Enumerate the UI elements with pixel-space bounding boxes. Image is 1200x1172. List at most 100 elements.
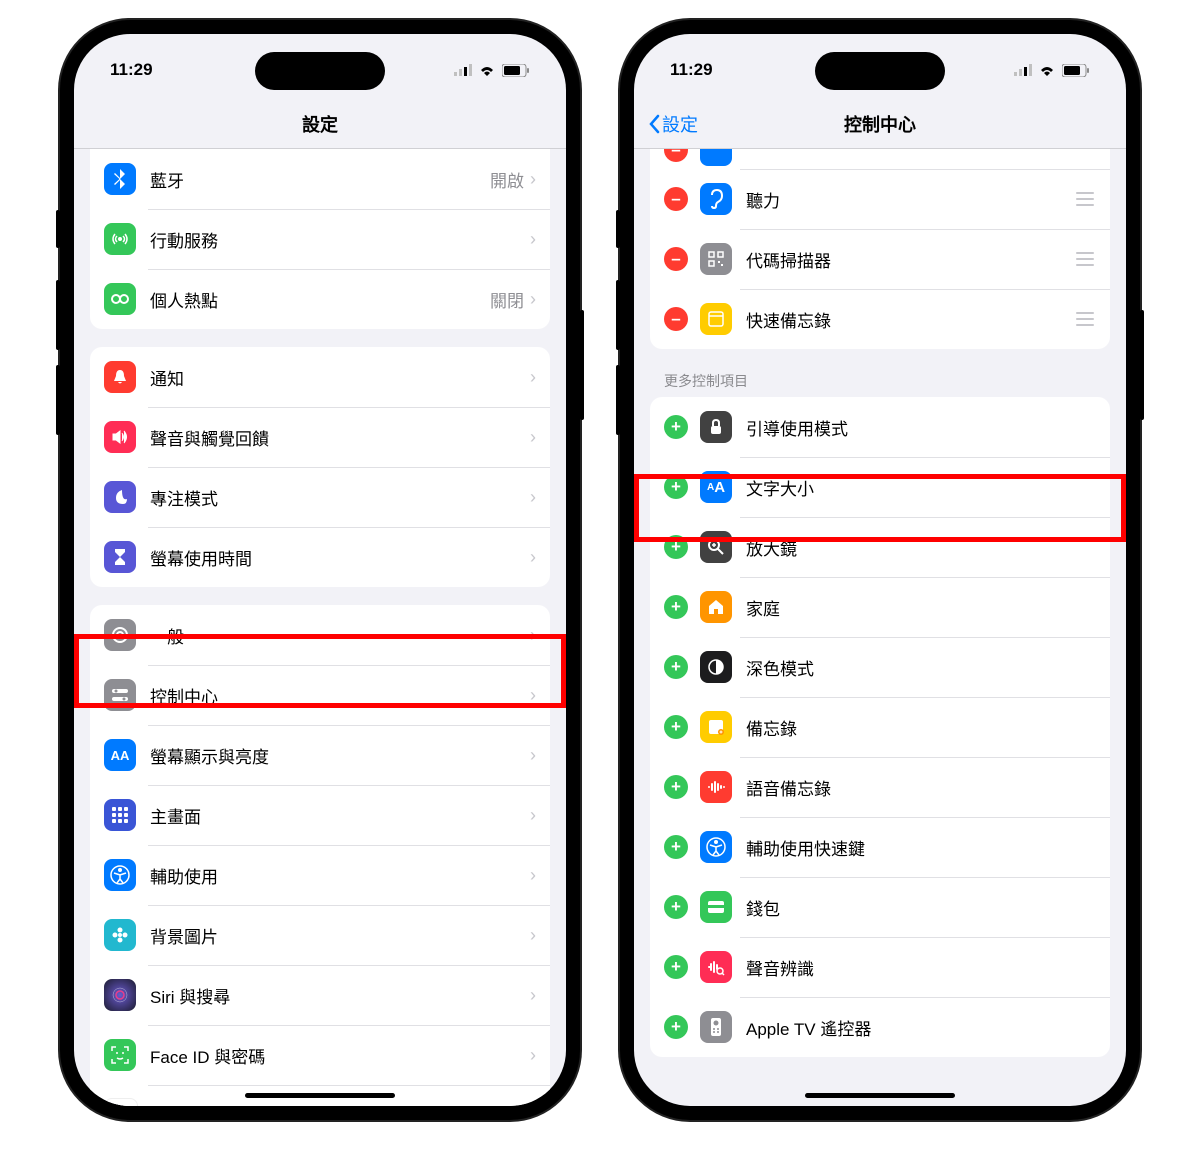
row-home[interactable]: + 家庭	[650, 577, 1110, 637]
chevron-right-icon: ›	[530, 745, 536, 766]
wifi-icon	[478, 64, 496, 76]
row-label: 螢幕顯示與亮度	[150, 743, 530, 768]
row-general[interactable]: 一般 ›	[90, 605, 550, 665]
dynamic-island	[815, 52, 945, 90]
cellular-icon	[104, 223, 136, 255]
row-soundrecognition[interactable]: + 聲音辨識	[650, 937, 1110, 997]
row-label: 個人熱點	[150, 287, 490, 312]
status-indicators	[1014, 64, 1090, 77]
row-sounds[interactable]: 聲音與觸覺回饋 ›	[90, 407, 550, 467]
textsize-icon: AA	[104, 739, 136, 771]
row-hotspot[interactable]: 個人熱點 關閉 ›	[90, 269, 550, 329]
row-label: 輔助使用快速鍵	[746, 835, 1096, 860]
row-notes[interactable]: + 備忘錄	[650, 697, 1110, 757]
row-darkmode[interactable]: + 深色模式	[650, 637, 1110, 697]
chevron-right-icon: ›	[530, 1105, 536, 1107]
row-guidedaccess[interactable]: + 引導使用模式	[650, 397, 1110, 457]
chevron-right-icon: ›	[530, 1045, 536, 1066]
battery-icon	[502, 64, 530, 77]
add-button[interactable]: +	[664, 895, 688, 919]
add-button[interactable]: +	[664, 1015, 688, 1039]
row-voicememos[interactable]: + 語音備忘錄	[650, 757, 1110, 817]
row-music-recognition-cut[interactable]: –	[650, 149, 1110, 169]
remove-button[interactable]: –	[664, 307, 688, 331]
row-quicknote[interactable]: – 快速備忘錄	[650, 289, 1110, 349]
add-button[interactable]: +	[664, 955, 688, 979]
phone-right: 11:29 設定 控制中心 – –	[620, 20, 1140, 1120]
row-label: 藍牙	[150, 167, 490, 192]
row-textsize[interactable]: + AA 文字大小	[650, 457, 1110, 517]
settings-content[interactable]: 藍牙 開啟 › 行動服務 › 個人熱點 關閉 ›	[74, 149, 566, 1106]
row-wallpaper[interactable]: 背景圖片 ›	[90, 905, 550, 965]
row-focus[interactable]: 專注模式 ›	[90, 467, 550, 527]
status-time: 11:29	[670, 60, 713, 80]
drag-handle-icon[interactable]	[1074, 252, 1096, 266]
row-homescreen[interactable]: 主畫面 ›	[90, 785, 550, 845]
row-bluetooth[interactable]: 藍牙 開啟 ›	[90, 149, 550, 209]
add-button[interactable]: +	[664, 715, 688, 739]
row-label: SOS 緊急服務	[152, 1103, 530, 1107]
more-controls-group: + 引導使用模式 + AA 文字大小 + 放大鏡 + 家庭	[650, 397, 1110, 1057]
qrcode-icon	[700, 243, 732, 275]
ear-icon	[700, 183, 732, 215]
row-label: 背景圖片	[150, 923, 530, 948]
add-button[interactable]: +	[664, 775, 688, 799]
remove-button[interactable]: –	[664, 187, 688, 211]
status-indicators	[454, 64, 530, 77]
row-label: Siri 與搜尋	[150, 983, 530, 1008]
chevron-left-icon	[648, 114, 660, 134]
add-button[interactable]: +	[664, 415, 688, 439]
sos-icon: SOS	[104, 1098, 138, 1106]
chevron-right-icon: ›	[530, 865, 536, 886]
row-label: 一般	[150, 623, 530, 648]
speaker-icon	[104, 421, 136, 453]
row-hearing[interactable]: – 聽力	[650, 169, 1110, 229]
voice-icon	[700, 771, 732, 803]
row-label: 代碼掃描器	[746, 247, 1074, 272]
hotspot-icon	[104, 283, 136, 315]
row-siri[interactable]: Siri 與搜尋 ›	[90, 965, 550, 1025]
row-label: 聲音與觸覺回饋	[150, 425, 530, 450]
magnifier-icon	[700, 531, 732, 563]
home-indicator[interactable]	[245, 1093, 395, 1098]
chevron-right-icon: ›	[530, 229, 536, 250]
row-label: 放大鏡	[746, 535, 1096, 560]
remove-button[interactable]: –	[664, 149, 688, 162]
page-title: 控制中心	[844, 111, 916, 137]
row-display[interactable]: AA 螢幕顯示與亮度 ›	[90, 725, 550, 785]
add-button[interactable]: +	[664, 475, 688, 499]
add-button[interactable]: +	[664, 535, 688, 559]
lock-icon	[700, 411, 732, 443]
drag-handle-icon[interactable]	[1074, 192, 1096, 206]
nav-bar: 設定	[74, 100, 566, 149]
row-controlcenter[interactable]: 控制中心 ›	[90, 665, 550, 725]
chevron-right-icon: ›	[530, 367, 536, 388]
remove-button[interactable]: –	[664, 247, 688, 271]
row-label: 深色模式	[746, 655, 1096, 680]
row-faceid[interactable]: Face ID 與密碼 ›	[90, 1025, 550, 1085]
remote-icon	[700, 1011, 732, 1043]
row-accessibility-shortcut[interactable]: + 輔助使用快速鍵	[650, 817, 1110, 877]
add-button[interactable]: +	[664, 595, 688, 619]
faceid-icon	[104, 1039, 136, 1071]
row-cellular[interactable]: 行動服務 ›	[90, 209, 550, 269]
row-accessibility[interactable]: 輔助使用 ›	[90, 845, 550, 905]
row-wallet[interactable]: + 錢包	[650, 877, 1110, 937]
chevron-right-icon: ›	[530, 547, 536, 568]
add-button[interactable]: +	[664, 655, 688, 679]
add-button[interactable]: +	[664, 835, 688, 859]
drag-handle-icon[interactable]	[1074, 312, 1096, 326]
home-indicator[interactable]	[805, 1093, 955, 1098]
row-value: 關閉	[490, 287, 524, 312]
row-appletv-remote[interactable]: + Apple TV 遙控器	[650, 997, 1110, 1057]
back-button[interactable]: 設定	[648, 111, 698, 137]
chevron-right-icon: ›	[530, 289, 536, 310]
row-codescanner[interactable]: – 代碼掃描器	[650, 229, 1110, 289]
settings-group-general: 一般 › 控制中心 › AA 螢幕顯示與亮度 › 主畫面 ›	[90, 605, 550, 1106]
row-magnifier[interactable]: + 放大鏡	[650, 517, 1110, 577]
wallet-icon	[700, 891, 732, 923]
controlcenter-content[interactable]: – – 聽力 – 代碼掃描器 – 快速備	[634, 149, 1126, 1106]
row-screentime[interactable]: 螢幕使用時間 ›	[90, 527, 550, 587]
row-notifications[interactable]: 通知 ›	[90, 347, 550, 407]
row-label: 聽力	[746, 187, 1074, 212]
